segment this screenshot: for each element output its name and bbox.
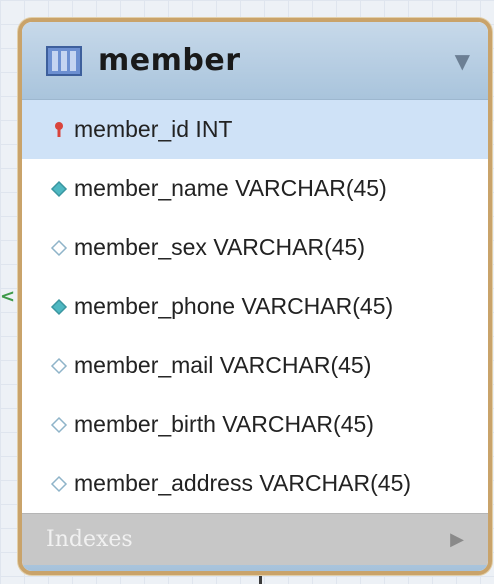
- indexes-section[interactable]: Indexes ▶: [22, 513, 488, 565]
- member-table-entity[interactable]: member ▼ member_id INT member_name VARCHA…: [18, 18, 492, 575]
- column-definition: member_phone VARCHAR(45): [74, 293, 394, 319]
- column-definition: member_mail VARCHAR(45): [74, 352, 372, 378]
- column-list: member_id INT member_name VARCHAR(45) memb…: [22, 100, 488, 513]
- hollow-diamond-icon: [50, 475, 68, 493]
- expand-triangle-icon[interactable]: ▶: [450, 529, 464, 550]
- relationship-connector-left[interactable]: <: [0, 288, 15, 306]
- table-icon: [46, 45, 82, 76]
- column-definition: member_name VARCHAR(45): [74, 175, 387, 201]
- diagram-canvas: < member ▼ member_id INT member_name VARC…: [0, 0, 494, 584]
- indexes-label: Indexes: [46, 527, 133, 552]
- column-row[interactable]: member_address VARCHAR(45): [22, 454, 488, 513]
- column-definition: member_sex VARCHAR(45): [74, 234, 365, 260]
- column-row[interactable]: member_birth VARCHAR(45): [22, 395, 488, 454]
- hollow-diamond-icon: [50, 357, 68, 375]
- column-row[interactable]: member_name VARCHAR(45): [22, 159, 488, 218]
- collapse-triangle-icon[interactable]: ▼: [455, 49, 470, 73]
- column-row[interactable]: member_id INT: [22, 100, 488, 159]
- column-row[interactable]: member_mail VARCHAR(45): [22, 336, 488, 395]
- hollow-diamond-icon: [50, 416, 68, 434]
- table-title: member: [98, 43, 241, 78]
- table-header[interactable]: member ▼: [22, 22, 488, 100]
- hollow-diamond-icon: [50, 239, 68, 257]
- column-row[interactable]: member_sex VARCHAR(45): [22, 218, 488, 277]
- table-footer: [22, 565, 488, 571]
- filled-diamond-icon: [50, 180, 68, 198]
- column-definition: member_id INT: [74, 116, 233, 142]
- column-row[interactable]: member_phone VARCHAR(45): [22, 277, 488, 336]
- column-definition: member_address VARCHAR(45): [74, 470, 412, 496]
- primary-key-icon: [50, 121, 68, 139]
- filled-diamond-icon: [50, 298, 68, 316]
- column-definition: member_birth VARCHAR(45): [74, 411, 374, 437]
